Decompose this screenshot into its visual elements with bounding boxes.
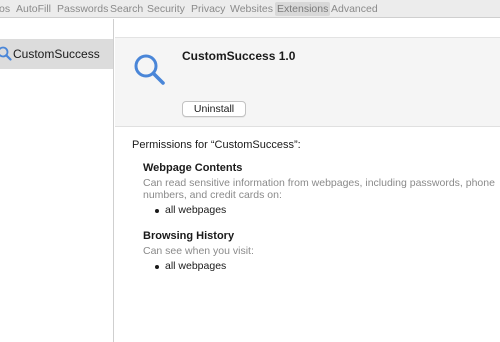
magnifier-icon xyxy=(132,52,168,88)
permission-title: Browsing History xyxy=(143,230,235,242)
permissions-heading: Permissions for “CustomSuccess”: xyxy=(132,139,301,151)
tab-search[interactable]: Search xyxy=(110,2,143,16)
permission-section-webpage-contents: Webpage Contents Can read sensitive info… xyxy=(143,162,495,217)
tab-extensions[interactable]: Extensions xyxy=(275,2,331,16)
extension-title: CustomSuccess 1.0 xyxy=(182,49,296,63)
sidebar-item-customsuccess[interactable]: CustomSuccess xyxy=(0,39,113,69)
permission-scope: all webpages xyxy=(165,204,227,216)
tab-advanced[interactable]: Advanced xyxy=(331,2,378,16)
uninstall-button[interactable]: Uninstall xyxy=(182,101,246,117)
preferences-toolbar: os AutoFill Passwords Search Security Pr… xyxy=(0,0,500,18)
sidebar-item-label: CustomSuccess xyxy=(13,47,100,61)
magnifier-icon xyxy=(0,45,12,61)
permission-description: numbers, and credit cards on: xyxy=(143,189,282,201)
tab-general[interactable]: os xyxy=(0,2,10,16)
permission-scope: all webpages xyxy=(165,260,227,272)
bullet-icon xyxy=(155,209,159,213)
bullet-icon xyxy=(155,265,159,269)
permission-description: Can see when you visit: xyxy=(143,245,254,257)
tab-websites[interactable]: Websites xyxy=(230,2,273,16)
extension-detail-pane: CustomSuccess 1.0 Uninstall Permissions … xyxy=(115,19,500,342)
tab-privacy[interactable]: Privacy xyxy=(191,2,225,16)
extensions-sidebar: CustomSuccess xyxy=(0,19,114,342)
tab-security[interactable]: Security xyxy=(147,2,185,16)
tab-autofill[interactable]: AutoFill xyxy=(16,2,51,16)
list-item: all webpages xyxy=(143,260,254,273)
tab-passwords[interactable]: Passwords xyxy=(57,2,108,16)
list-item: all webpages xyxy=(143,204,495,217)
permission-section-browsing-history: Browsing History Can see when you visit:… xyxy=(143,230,254,273)
permission-title: Webpage Contents xyxy=(143,162,243,174)
extension-header: CustomSuccess 1.0 Uninstall xyxy=(115,37,500,127)
permission-description: Can read sensitive information from webp… xyxy=(143,177,495,189)
